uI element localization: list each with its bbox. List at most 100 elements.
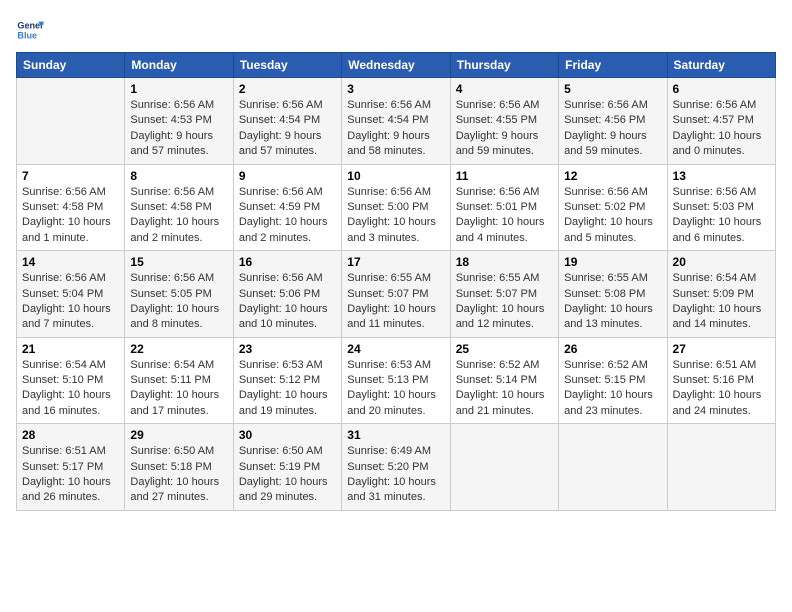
day-number: 2 — [239, 82, 336, 96]
calendar-cell: 25Sunrise: 6:52 AM Sunset: 5:14 PM Dayli… — [450, 337, 558, 424]
day-number: 7 — [22, 169, 119, 183]
calendar-cell: 20 Sunrise: 6:54 AM Sunset: 5:09 PM Dayli… — [667, 251, 775, 338]
calendar-week-4: 21 Sunrise: 6:54 AM Sunset: 5:10 PM Dayli… — [17, 337, 776, 424]
weekday-header-saturday: Saturday — [667, 53, 775, 78]
calendar-cell: 16 Sunrise: 6:56 AM Sunset: 5:06 PM Dayli… — [233, 251, 341, 338]
calendar-cell: 4 Sunrise: 6:56 AM Sunset: 4:55 PM Daylig… — [450, 78, 558, 165]
day-number: 24 — [347, 342, 444, 356]
day-number: 15 — [130, 255, 227, 269]
calendar-cell: 2 Sunrise: 6:56 AM Sunset: 4:54 PM Daylig… — [233, 78, 341, 165]
calendar-cell: 3Sunrise: 6:56 AM Sunset: 4:54 PM Daylig… — [342, 78, 450, 165]
day-number: 14 — [22, 255, 119, 269]
calendar-cell: 27 Sunrise: 6:51 AM Sunset: 5:16 PM Dayli… — [667, 337, 775, 424]
calendar-cell: 11 Sunrise: 6:56 AM Sunset: 5:01 PM Dayli… — [450, 164, 558, 251]
day-info: Sunrise: 6:50 AM Sunset: 5:19 PM Dayligh… — [239, 444, 336, 506]
day-number: 29 — [130, 428, 227, 442]
day-info: Sunrise: 6:52 AM Sunset: 5:15 PM Dayligh… — [564, 358, 661, 420]
calendar-cell — [17, 78, 125, 165]
calendar-table: SundayMondayTuesdayWednesdayThursdayFrid… — [16, 52, 776, 511]
calendar-cell: 10 Sunrise: 6:56 AM Sunset: 5:00 PM Dayli… — [342, 164, 450, 251]
calendar-cell: 30Sunrise: 6:50 AM Sunset: 5:19 PM Dayli… — [233, 424, 341, 511]
calendar-cell: 23Sunrise: 6:53 AM Sunset: 5:12 PM Dayli… — [233, 337, 341, 424]
day-number: 23 — [239, 342, 336, 356]
day-number: 13 — [673, 169, 770, 183]
day-number: 11 — [456, 169, 553, 183]
calendar-cell: 5 Sunrise: 6:56 AM Sunset: 4:56 PM Daylig… — [559, 78, 667, 165]
day-info: Sunrise: 6:54 AM Sunset: 5:10 PM Dayligh… — [22, 358, 119, 420]
calendar-cell: 6 Sunrise: 6:56 AM Sunset: 4:57 PM Daylig… — [667, 78, 775, 165]
calendar-cell: 14 Sunrise: 6:56 AM Sunset: 5:04 PM Dayli… — [17, 251, 125, 338]
calendar-cell: 24 Sunrise: 6:53 AM Sunset: 5:13 PM Dayli… — [342, 337, 450, 424]
calendar-cell: 12Sunrise: 6:56 AM Sunset: 5:02 PM Dayli… — [559, 164, 667, 251]
svg-text:Blue: Blue — [17, 30, 37, 40]
day-number: 18 — [456, 255, 553, 269]
day-number: 4 — [456, 82, 553, 96]
day-info: Sunrise: 6:56 AM Sunset: 4:58 PM Dayligh… — [130, 185, 227, 247]
calendar-cell: 28 Sunrise: 6:51 AM Sunset: 5:17 PM Dayli… — [17, 424, 125, 511]
day-info: Sunrise: 6:54 AM Sunset: 5:09 PM Dayligh… — [673, 271, 770, 333]
day-number: 9 — [239, 169, 336, 183]
day-number: 31 — [347, 428, 444, 442]
calendar-week-3: 14 Sunrise: 6:56 AM Sunset: 5:04 PM Dayli… — [17, 251, 776, 338]
day-number: 1 — [130, 82, 227, 96]
calendar-body: 1Sunrise: 6:56 AM Sunset: 4:53 PM Daylig… — [17, 78, 776, 511]
day-info: Sunrise: 6:56 AM Sunset: 4:57 PM Dayligh… — [673, 98, 770, 160]
logo-icon: General Blue — [16, 16, 44, 44]
day-info: Sunrise: 6:50 AM Sunset: 5:18 PM Dayligh… — [130, 444, 227, 506]
day-info: Sunrise: 6:56 AM Sunset: 5:03 PM Dayligh… — [673, 185, 770, 247]
day-info: Sunrise: 6:56 AM Sunset: 4:54 PM Dayligh… — [239, 98, 336, 160]
day-info: Sunrise: 6:55 AM Sunset: 5:08 PM Dayligh… — [564, 271, 661, 333]
calendar-cell: 26Sunrise: 6:52 AM Sunset: 5:15 PM Dayli… — [559, 337, 667, 424]
calendar-cell — [667, 424, 775, 511]
calendar-cell: 31 Sunrise: 6:49 AM Sunset: 5:20 PM Dayli… — [342, 424, 450, 511]
day-info: Sunrise: 6:56 AM Sunset: 5:01 PM Dayligh… — [456, 185, 553, 247]
page-header: General Blue — [16, 16, 776, 44]
calendar-cell: 8Sunrise: 6:56 AM Sunset: 4:58 PM Daylig… — [125, 164, 233, 251]
calendar-cell: 21 Sunrise: 6:54 AM Sunset: 5:10 PM Dayli… — [17, 337, 125, 424]
day-number: 12 — [564, 169, 661, 183]
calendar-cell — [559, 424, 667, 511]
day-number: 28 — [22, 428, 119, 442]
calendar-cell: 7 Sunrise: 6:56 AM Sunset: 4:58 PM Daylig… — [17, 164, 125, 251]
calendar-cell: 1Sunrise: 6:56 AM Sunset: 4:53 PM Daylig… — [125, 78, 233, 165]
day-info: Sunrise: 6:51 AM Sunset: 5:17 PM Dayligh… — [22, 444, 119, 506]
calendar-cell: 17 Sunrise: 6:55 AM Sunset: 5:07 PM Dayli… — [342, 251, 450, 338]
day-number: 19 — [564, 255, 661, 269]
weekday-header-tuesday: Tuesday — [233, 53, 341, 78]
day-number: 20 — [673, 255, 770, 269]
day-info: Sunrise: 6:56 AM Sunset: 4:55 PM Dayligh… — [456, 98, 553, 160]
day-info: Sunrise: 6:55 AM Sunset: 5:07 PM Dayligh… — [456, 271, 553, 333]
day-number: 25 — [456, 342, 553, 356]
day-info: Sunrise: 6:55 AM Sunset: 5:07 PM Dayligh… — [347, 271, 444, 333]
calendar-cell: 18 Sunrise: 6:55 AM Sunset: 5:07 PM Dayli… — [450, 251, 558, 338]
day-number: 3 — [347, 82, 444, 96]
calendar-cell: 15 Sunrise: 6:56 AM Sunset: 5:05 PM Dayli… — [125, 251, 233, 338]
day-info: Sunrise: 6:56 AM Sunset: 4:59 PM Dayligh… — [239, 185, 336, 247]
calendar-cell: 22Sunrise: 6:54 AM Sunset: 5:11 PM Dayli… — [125, 337, 233, 424]
day-info: Sunrise: 6:56 AM Sunset: 4:58 PM Dayligh… — [22, 185, 119, 247]
weekday-header-friday: Friday — [559, 53, 667, 78]
day-number: 6 — [673, 82, 770, 96]
day-number: 5 — [564, 82, 661, 96]
day-info: Sunrise: 6:56 AM Sunset: 5:05 PM Dayligh… — [130, 271, 227, 333]
day-info: Sunrise: 6:56 AM Sunset: 5:04 PM Dayligh… — [22, 271, 119, 333]
logo: General Blue — [16, 16, 46, 44]
weekday-header-monday: Monday — [125, 53, 233, 78]
day-info: Sunrise: 6:56 AM Sunset: 5:00 PM Dayligh… — [347, 185, 444, 247]
day-info: Sunrise: 6:56 AM Sunset: 5:06 PM Dayligh… — [239, 271, 336, 333]
day-number: 27 — [673, 342, 770, 356]
day-info: Sunrise: 6:49 AM Sunset: 5:20 PM Dayligh… — [347, 444, 444, 506]
day-number: 21 — [22, 342, 119, 356]
day-number: 22 — [130, 342, 227, 356]
day-number: 17 — [347, 255, 444, 269]
day-info: Sunrise: 6:56 AM Sunset: 4:56 PM Dayligh… — [564, 98, 661, 160]
weekday-header-row: SundayMondayTuesdayWednesdayThursdayFrid… — [17, 53, 776, 78]
day-info: Sunrise: 6:51 AM Sunset: 5:16 PM Dayligh… — [673, 358, 770, 420]
calendar-cell — [450, 424, 558, 511]
weekday-header-sunday: Sunday — [17, 53, 125, 78]
day-info: Sunrise: 6:53 AM Sunset: 5:13 PM Dayligh… — [347, 358, 444, 420]
weekday-header-wednesday: Wednesday — [342, 53, 450, 78]
day-number: 10 — [347, 169, 444, 183]
calendar-week-5: 28 Sunrise: 6:51 AM Sunset: 5:17 PM Dayli… — [17, 424, 776, 511]
day-number: 16 — [239, 255, 336, 269]
